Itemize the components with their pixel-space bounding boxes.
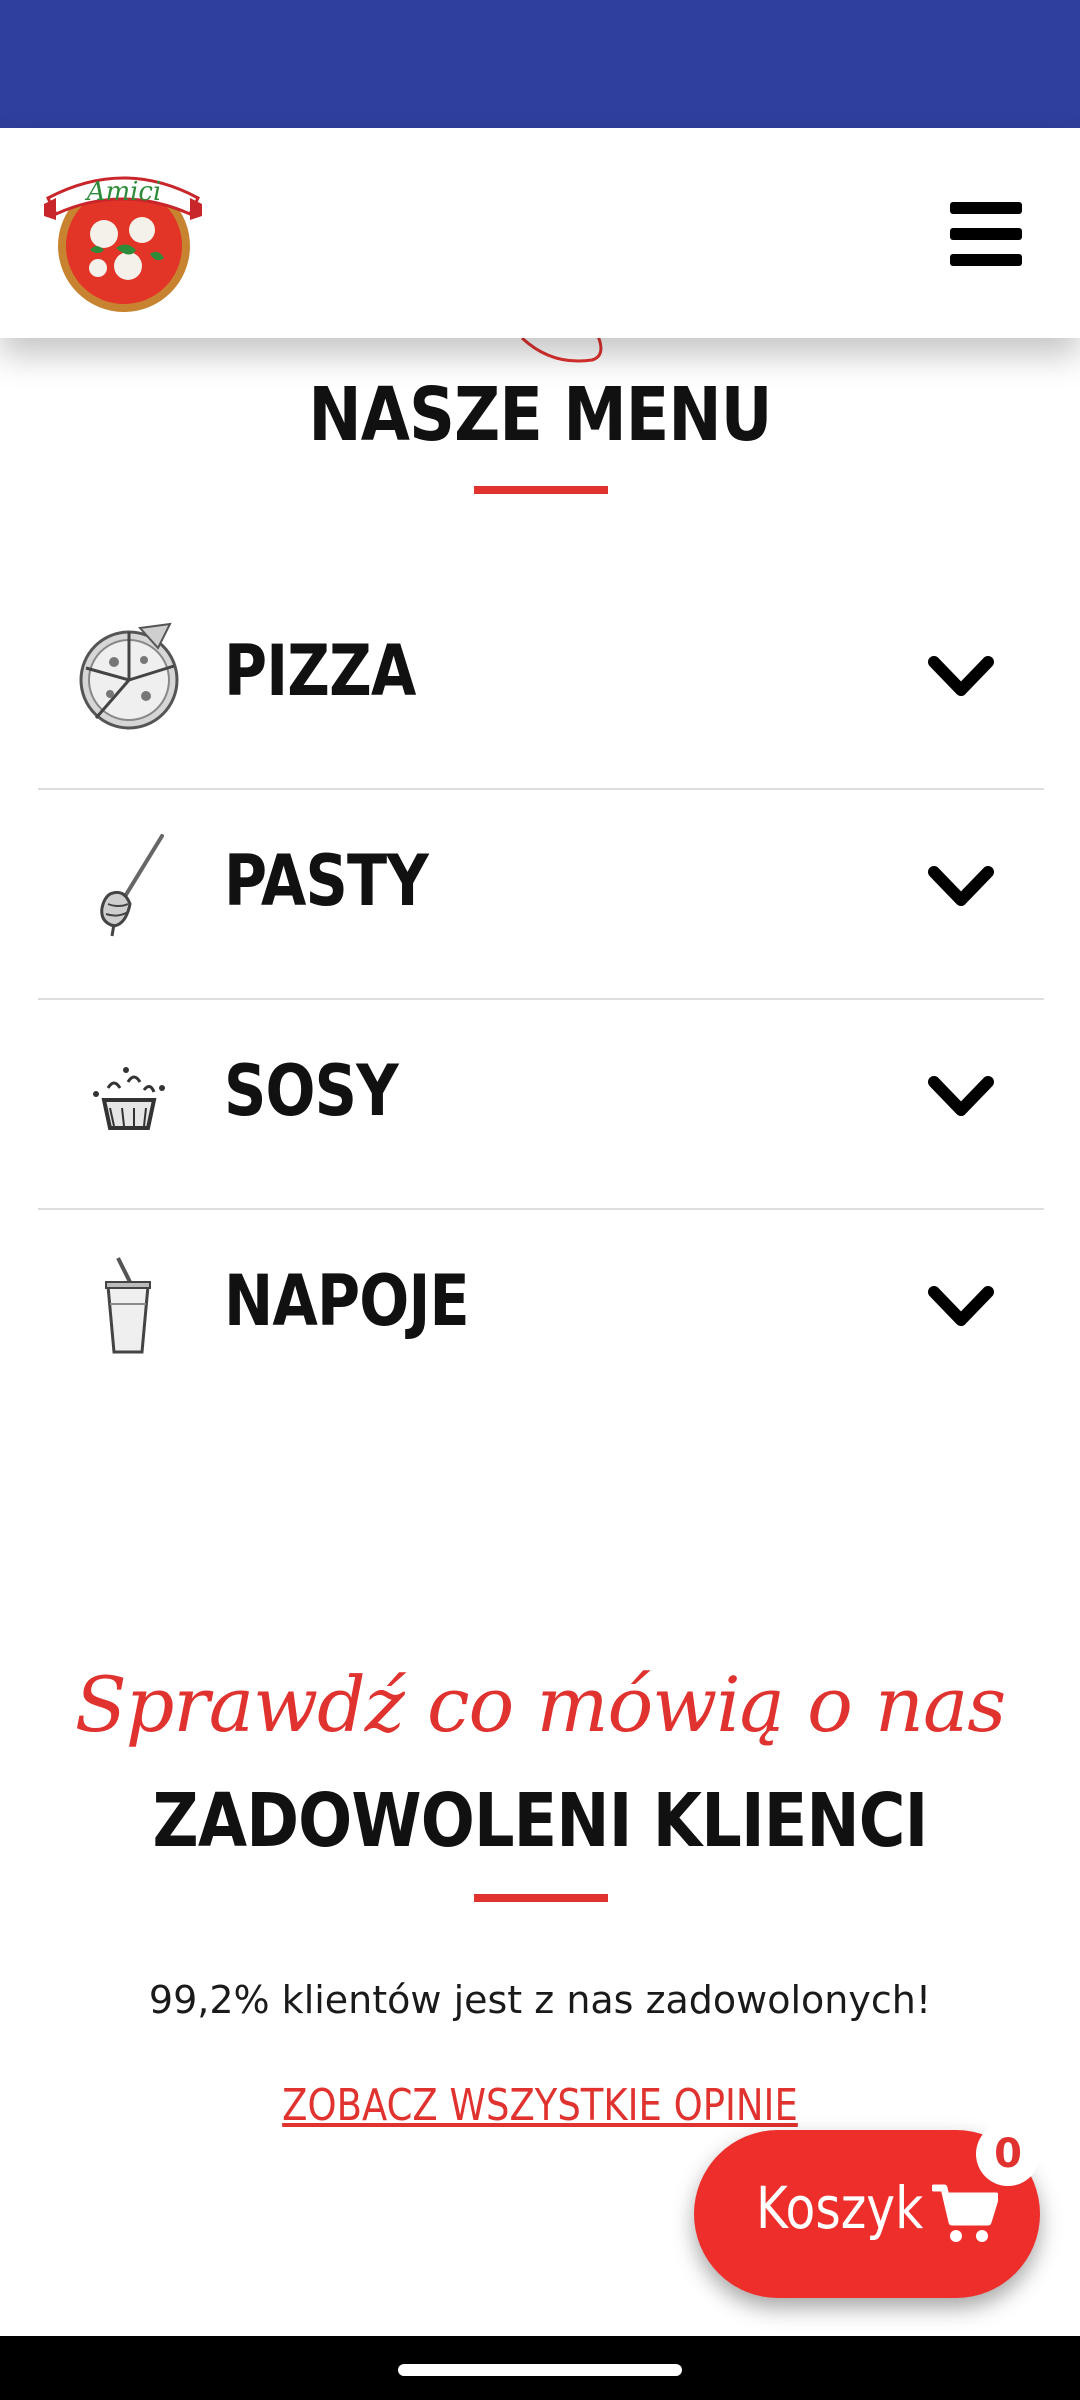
pasta-fork-icon [100,834,164,937]
title-underline [474,1894,608,1902]
site-header: Amici [0,128,1080,338]
drink-cup-icon [105,1257,151,1354]
cart-count-badge: 0 [976,2122,1040,2186]
menu-category-label: NAPOJE [224,1260,470,1342]
menu-category-sosy[interactable]: SOSY [38,1000,1044,1210]
svg-text:Amici: Amici [85,177,162,207]
cart-label: Koszyk [756,2174,924,2242]
hamburger-menu-icon[interactable] [950,202,1022,266]
menu-category-napoje[interactable]: NAPOJE [38,1210,1044,1420]
menu-category-pasty[interactable]: PASTY [38,790,1044,1000]
menu-list: PIZZA PASTY SOSY NAPOJE [38,580,1044,1420]
pizza-icon [79,622,179,730]
menu-title: NASZE MENU [308,372,772,458]
chevron-down-icon[interactable] [926,1282,996,1332]
see-all-reviews-link[interactable]: ZOBACZ WSZYSTKIE OPINIE [86,2080,993,2131]
amici-logo[interactable]: Amici [38,150,208,320]
menu-category-pizza[interactable]: PIZZA [38,580,1044,790]
title-underline [474,486,608,494]
chevron-down-icon[interactable] [926,862,996,912]
satisfaction-stat: 99,2% klientów jest z nas zadowolonych! [148,1978,932,2022]
status-bar [0,0,1080,128]
cart-icon [932,2184,998,2242]
testimonials-script-title: Sprawdź co mówią o nas [74,1660,1007,1749]
menu-category-label: PASTY [224,840,429,922]
sauce-bowl-icon [93,1067,165,1130]
testimonials-title: ZADOWOLENI KLIENCI [152,1778,929,1864]
menu-category-label: SOSY [224,1050,399,1132]
chevron-down-icon[interactable] [926,652,996,702]
menu-category-label: PIZZA [224,630,416,712]
home-indicator[interactable] [398,2364,682,2376]
chevron-down-icon[interactable] [926,1072,996,1122]
script-decoration [520,336,603,363]
